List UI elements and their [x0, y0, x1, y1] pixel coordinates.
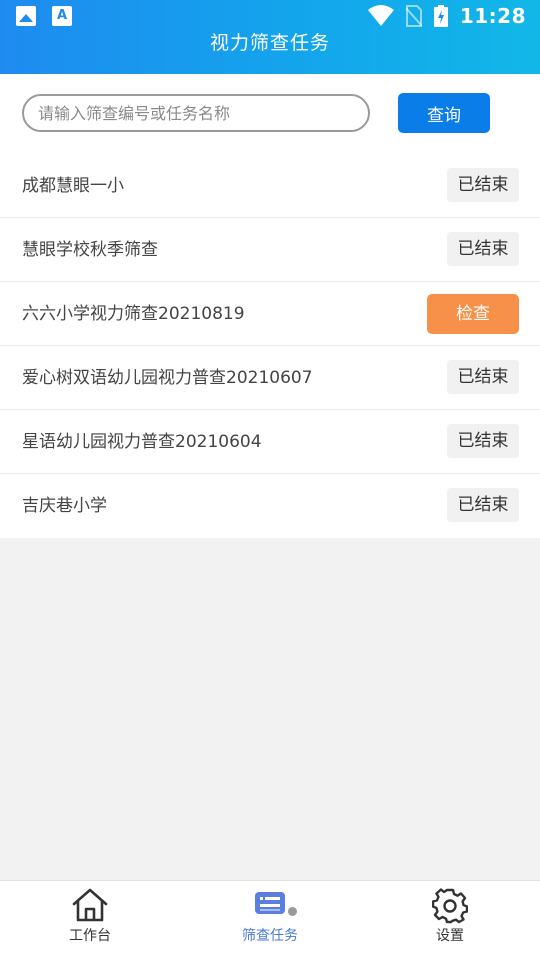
- status-bar-left: A: [16, 6, 72, 26]
- app-header: A 11:28 视力筛查任务: [0, 0, 540, 74]
- task-item[interactable]: 爱心树双语幼儿园视力普查20210607 已结束: [0, 346, 540, 410]
- status-badge: 已结束: [447, 232, 519, 266]
- task-item[interactable]: 星语幼儿园视力普查20210604 已结束: [0, 410, 540, 474]
- home-icon: [72, 888, 108, 922]
- clock-time: 11:28: [459, 4, 526, 28]
- task-name: 星语幼儿园视力普查20210604: [22, 432, 262, 452]
- status-badge: 已结束: [447, 424, 519, 458]
- task-item[interactable]: 成都慧眼一小 已结束: [0, 154, 540, 218]
- gear-icon: [432, 888, 468, 924]
- status-badge: 已结束: [447, 488, 519, 522]
- tab-label: 筛查任务: [242, 928, 298, 944]
- task-item[interactable]: 吉庆巷小学 已结束: [0, 474, 540, 538]
- task-name: 吉庆巷小学: [22, 496, 107, 516]
- wifi-icon: [367, 5, 394, 26]
- status-badge: 已结束: [447, 360, 519, 394]
- image-icon: [16, 6, 36, 26]
- bottom-nav: 工作台 筛查任务 设置: [0, 880, 540, 960]
- status-badge: 已结束: [447, 168, 519, 202]
- check-button[interactable]: 检查: [427, 294, 519, 334]
- battery-charging-icon: [433, 5, 448, 27]
- task-item[interactable]: 六六小学视力筛查20210819 检查: [0, 282, 540, 346]
- task-name: 六六小学视力筛查20210819: [22, 304, 245, 324]
- tab-settings[interactable]: 设置: [360, 881, 540, 960]
- task-item[interactable]: 慧眼学校秋季筛查 已结束: [0, 218, 540, 282]
- tab-screening-tasks[interactable]: 筛查任务: [180, 881, 360, 960]
- tab-indicator-dot: [288, 907, 297, 916]
- no-sim-icon: [405, 5, 422, 27]
- task-list-icon: [255, 892, 285, 914]
- a-text-icon: A: [52, 6, 72, 26]
- search-input[interactable]: [22, 94, 370, 132]
- tab-workbench[interactable]: 工作台: [0, 881, 180, 960]
- search-button[interactable]: 查询: [398, 93, 490, 133]
- tab-label: 设置: [436, 928, 464, 944]
- status-bar-right: 11:28: [367, 4, 526, 28]
- search-bar: 查询: [0, 74, 540, 154]
- task-name: 爱心树双语幼儿园视力普查20210607: [22, 368, 313, 388]
- task-name: 慧眼学校秋季筛查: [22, 240, 158, 260]
- tab-label: 工作台: [69, 928, 111, 944]
- task-list: 成都慧眼一小 已结束 慧眼学校秋季筛查 已结束 六六小学视力筛查20210819…: [0, 154, 540, 538]
- page-title: 视力筛查任务: [209, 32, 330, 54]
- task-name: 成都慧眼一小: [22, 176, 124, 196]
